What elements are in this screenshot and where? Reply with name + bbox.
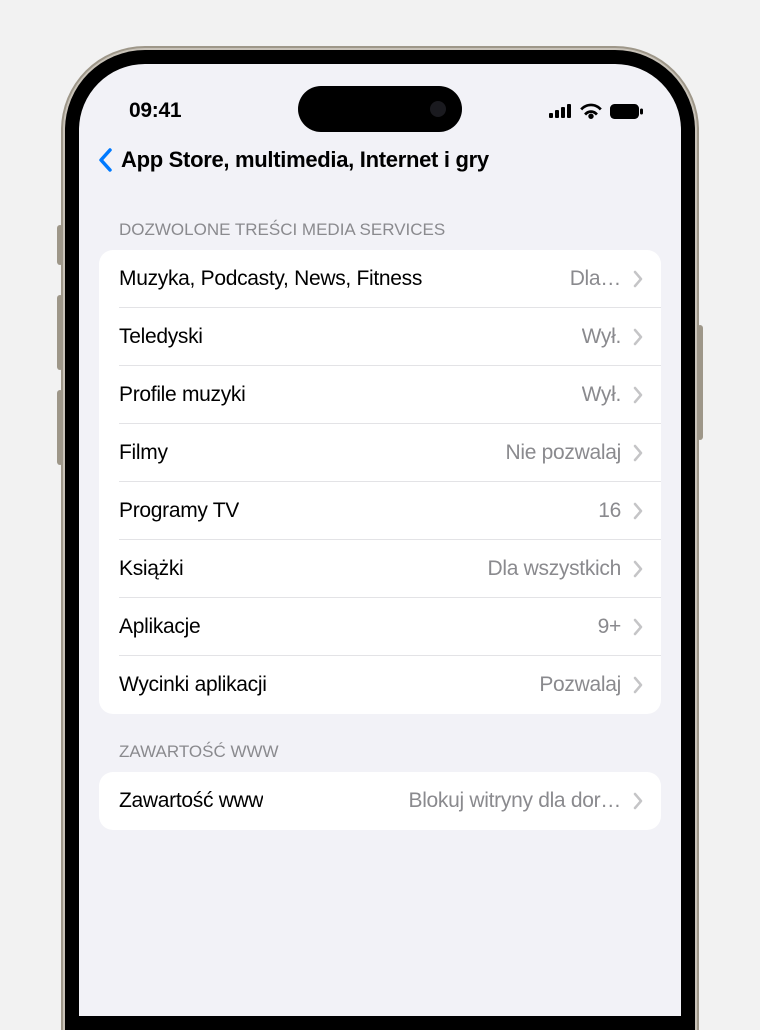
row-value: Wył. bbox=[582, 383, 621, 407]
row-web-content[interactable]: Zawartość www Blokuj witryny dla dor… bbox=[99, 772, 661, 830]
status-icons bbox=[549, 103, 643, 119]
chevron-right-icon bbox=[633, 444, 643, 462]
settings-group-media: Muzyka, Podcasty, News, Fitness Dla… Tel… bbox=[99, 250, 661, 714]
row-label: Muzyka, Podcasty, News, Fitness bbox=[119, 267, 422, 291]
row-music-videos[interactable]: Teledyski Wył. bbox=[99, 308, 661, 366]
row-label: Programy TV bbox=[119, 499, 239, 523]
dynamic-island bbox=[298, 86, 462, 132]
row-value: Pozwalaj bbox=[539, 673, 621, 697]
chevron-right-icon bbox=[633, 328, 643, 346]
row-label: Teledyski bbox=[119, 325, 203, 349]
status-time: 09:41 bbox=[129, 99, 181, 123]
row-label: Aplikacje bbox=[119, 615, 200, 639]
chevron-left-icon bbox=[97, 148, 113, 172]
phone-side-button bbox=[57, 225, 63, 265]
chevron-right-icon bbox=[633, 618, 643, 636]
chevron-right-icon bbox=[633, 502, 643, 520]
chevron-right-icon bbox=[633, 792, 643, 810]
phone-volume-down-button bbox=[57, 390, 63, 465]
row-music-podcasts[interactable]: Muzyka, Podcasty, News, Fitness Dla… bbox=[99, 250, 661, 308]
row-value: 9+ bbox=[598, 615, 621, 639]
section-header-media: DOZWOLONE TREŚCI MEDIA SERVICES bbox=[99, 192, 661, 250]
row-value: Nie pozwalaj bbox=[506, 441, 621, 465]
row-apps[interactable]: Aplikacje 9+ bbox=[99, 598, 661, 656]
section-header-web: ZAWARTOŚĆ WWW bbox=[99, 714, 661, 772]
settings-group-web: Zawartość www Blokuj witryny dla dor… bbox=[99, 772, 661, 830]
phone-volume-up-button bbox=[57, 295, 63, 370]
row-movies[interactable]: Filmy Nie pozwalaj bbox=[99, 424, 661, 482]
row-music-profiles[interactable]: Profile muzyki Wył. bbox=[99, 366, 661, 424]
row-label: Wycinki aplikacji bbox=[119, 673, 267, 697]
chevron-right-icon bbox=[633, 676, 643, 694]
row-value: Blokuj witryny dla dor… bbox=[408, 789, 621, 813]
row-label: Zawartość www bbox=[119, 789, 263, 813]
chevron-right-icon bbox=[633, 270, 643, 288]
content-area: DOZWOLONE TREŚCI MEDIA SERVICES Muzyka, … bbox=[79, 192, 681, 830]
phone-power-button bbox=[697, 325, 703, 440]
chevron-right-icon bbox=[633, 386, 643, 404]
page-background: 09:41 bbox=[0, 0, 760, 1030]
chevron-right-icon bbox=[633, 560, 643, 578]
row-label: Filmy bbox=[119, 441, 168, 465]
row-tv[interactable]: Programy TV 16 bbox=[99, 482, 661, 540]
row-books[interactable]: Książki Dla wszystkich bbox=[99, 540, 661, 598]
phone-frame: 09:41 bbox=[65, 50, 695, 1030]
wifi-icon bbox=[580, 103, 602, 119]
row-value: Dla… bbox=[570, 267, 621, 291]
row-value: Dla wszystkich bbox=[488, 557, 622, 581]
row-value: 16 bbox=[598, 499, 621, 523]
phone-screen: 09:41 bbox=[79, 64, 681, 1016]
cellular-icon bbox=[549, 104, 572, 118]
row-label: Książki bbox=[119, 557, 183, 581]
row-label: Profile muzyki bbox=[119, 383, 246, 407]
back-button[interactable] bbox=[95, 146, 115, 174]
row-app-clips[interactable]: Wycinki aplikacji Pozwalaj bbox=[99, 656, 661, 714]
row-value: Wył. bbox=[582, 325, 621, 349]
battery-icon bbox=[610, 104, 643, 119]
page-title: App Store, multimedia, Internet i gry bbox=[121, 147, 661, 173]
nav-header: App Store, multimedia, Internet i gry bbox=[79, 134, 681, 192]
